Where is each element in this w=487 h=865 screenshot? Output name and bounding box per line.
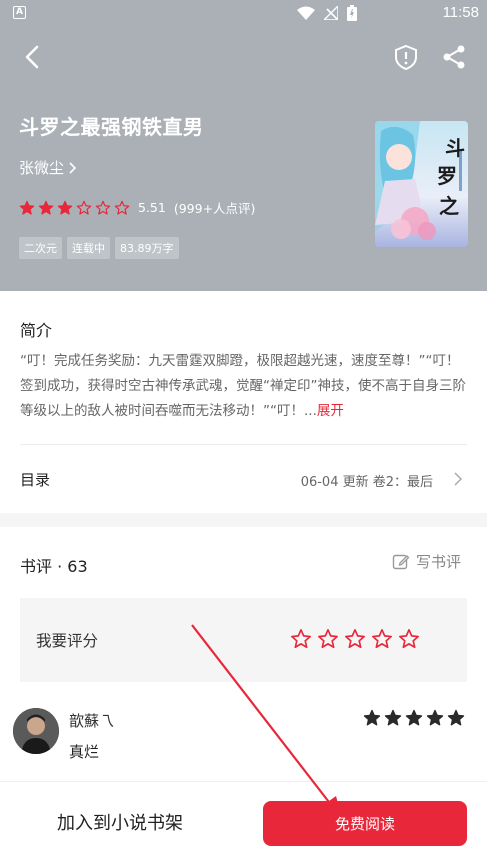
- author-link[interactable]: 张微尘: [19, 157, 78, 178]
- rating-stars: [19, 200, 130, 216]
- rate-stars: [290, 628, 420, 650]
- rate-star-4[interactable]: [371, 628, 393, 650]
- rating-row: 5.51 (999+人点评): [19, 198, 255, 217]
- author-name: 张微尘: [19, 159, 65, 177]
- status-bar: A 11:58: [0, 0, 487, 28]
- review-stars: [363, 709, 465, 727]
- book-title: 斗罗之最强钢铁直男: [19, 115, 204, 139]
- star-filled-icon: [384, 709, 402, 726]
- intro-body: “叮！完成任务奖励：九天雷霆双脚蹬，极限超越光速，速度至尊！”“叮！签到成功，获…: [20, 353, 466, 419]
- intro-title: 简介: [20, 321, 53, 340]
- star-filled-icon: [363, 709, 381, 726]
- rate-star-3[interactable]: [344, 628, 366, 650]
- free-read-button[interactable]: 免费阅读: [263, 801, 467, 846]
- tag-wordcount: 83.89万字: [115, 237, 179, 259]
- edit-icon: [392, 554, 410, 569]
- star-empty-icon: [114, 200, 130, 215]
- review-item[interactable]: 歆蘇乁 真烂: [0, 700, 487, 790]
- star-filled-icon: [57, 200, 73, 215]
- rating-count: (999+人点评): [173, 201, 256, 216]
- rate-star-1[interactable]: [290, 628, 312, 650]
- book-header: A 11:58 斗罗之最强钢铁直男 张微尘 5.51 (999+人点评) 二次元…: [0, 0, 487, 291]
- share-icon[interactable]: [440, 42, 468, 72]
- back-arrow-icon[interactable]: [18, 42, 48, 72]
- star-filled-icon: [405, 709, 423, 726]
- review-text: 真烂: [69, 743, 100, 761]
- rate-panel: 我要评分: [20, 598, 467, 682]
- add-to-shelf-button[interactable]: 加入到小说书架: [30, 809, 210, 835]
- review-username: 歆蘇乁: [69, 712, 115, 730]
- svg-text:罗: 罗: [437, 164, 457, 188]
- rating-score: 5.51: [138, 200, 166, 215]
- write-review-button[interactable]: 写书评: [392, 551, 461, 572]
- bottom-action-bar: 加入到小说书架 免费阅读: [0, 781, 487, 865]
- top-nav: [0, 36, 487, 78]
- star-empty-icon: [95, 200, 111, 215]
- book-tags: 二次元 连载中 83.89万字: [19, 237, 179, 259]
- star-filled-icon: [38, 200, 54, 215]
- rate-star-2[interactable]: [317, 628, 339, 650]
- tag-status: 连载中: [67, 237, 110, 259]
- rate-star-5[interactable]: [398, 628, 420, 650]
- shield-alert-icon[interactable]: [392, 42, 420, 72]
- star-filled-icon: [19, 200, 35, 215]
- app-badge-icon: A: [13, 6, 26, 19]
- wifi-icon: [297, 6, 315, 20]
- toc-update-info: 06-04 更新 卷2：最后: [300, 475, 433, 490]
- svg-text:之: 之: [439, 194, 459, 218]
- expand-link[interactable]: 展开: [317, 403, 344, 419]
- status-icons: [297, 5, 357, 21]
- reviews-title: 书评 · 63: [20, 557, 88, 576]
- chevron-right-icon: [454, 472, 463, 486]
- star-filled-icon: [447, 709, 465, 726]
- chevron-right-icon: [69, 161, 77, 174]
- battery-icon: [347, 5, 357, 21]
- rate-prompt: 我要评分: [36, 632, 99, 650]
- toc-row[interactable]: 目录 06-04 更新 卷2：最后: [0, 455, 487, 505]
- star-filled-icon: [426, 709, 444, 726]
- no-signal-icon: [324, 6, 338, 20]
- avatar[interactable]: [13, 708, 59, 754]
- write-review-label: 写书评: [415, 553, 461, 571]
- tag-genre: 二次元: [19, 237, 62, 259]
- status-time: 11:58: [442, 4, 479, 21]
- section-gap: [0, 513, 487, 527]
- toc-label: 目录: [20, 471, 51, 489]
- intro-text: “叮！完成任务奖励：九天雷霆双脚蹬，极限超越光速，速度至尊！”“叮！签到成功，获…: [20, 349, 468, 424]
- divider: [20, 444, 467, 445]
- star-empty-icon: [76, 200, 92, 215]
- book-cover[interactable]: 斗 罗 之: [375, 121, 468, 247]
